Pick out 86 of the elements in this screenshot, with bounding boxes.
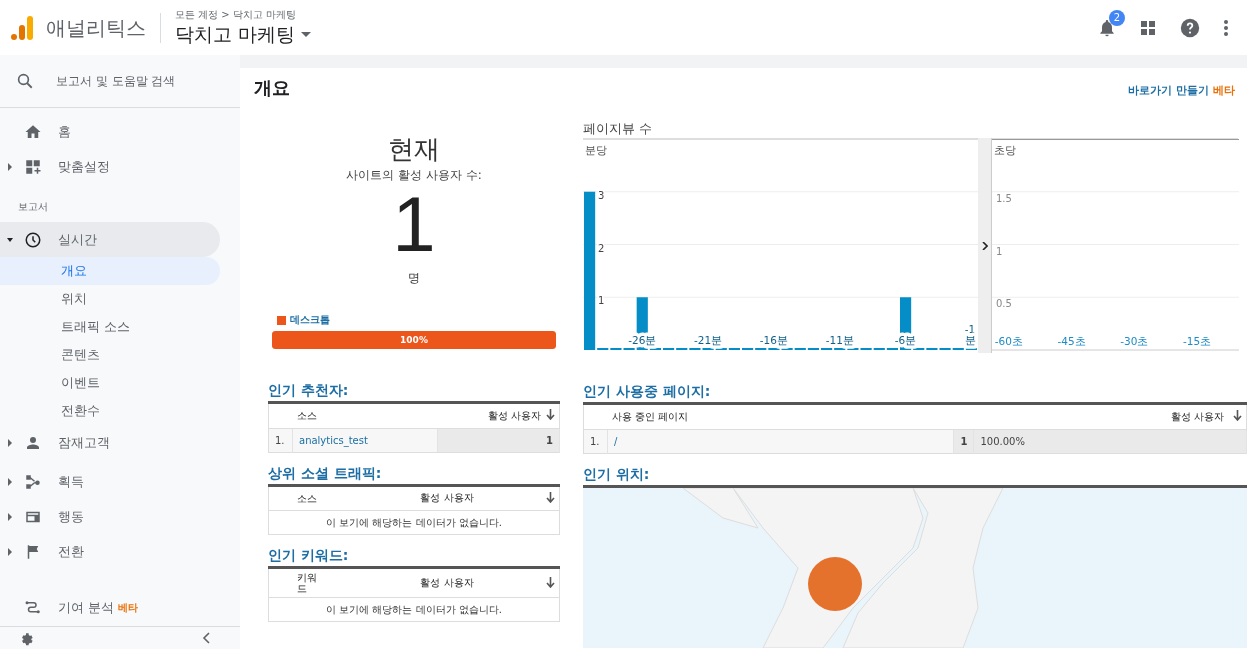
chevron-icon[interactable] — [981, 241, 988, 250]
axis-label: -1 분 — [964, 323, 976, 346]
notification-count: 2 — [1109, 9, 1125, 26]
column-header: 키워 드 — [292, 569, 353, 598]
section-label: 보고서 — [17, 200, 49, 215]
caret-icon[interactable] — [7, 547, 13, 556]
property-selector[interactable]: 닥치고 마케팅 — [175, 21, 296, 48]
sort-icon[interactable] — [545, 491, 555, 503]
column-header[interactable]: 활성 사용자 — [437, 404, 546, 428]
active-users-label: 사이트의 활성 사용자 수: — [346, 167, 482, 184]
collapse-icon[interactable] — [202, 631, 210, 644]
table-cell: 1. — [268, 428, 293, 452]
search-icon — [16, 72, 34, 91]
chart-label: 초당 — [994, 143, 1016, 158]
nav-item[interactable]: 홈 — [0, 114, 220, 150]
table-cell: 1. — [583, 429, 608, 453]
apps-icon[interactable] — [1139, 18, 1157, 37]
section-title: 인기 키워드: — [268, 547, 560, 569]
axis-label: 2 — [598, 242, 605, 254]
sort-icon[interactable] — [545, 576, 555, 588]
axis-label: -15초 — [1183, 335, 1212, 347]
page-title: 개요 — [254, 76, 290, 100]
axis-label: 1.5 — [996, 192, 1012, 204]
nav-item[interactable]: 행동 — [0, 499, 220, 535]
sort-icon[interactable] — [545, 409, 555, 421]
branch-icon — [24, 473, 42, 492]
table-cell: 100.00% — [973, 429, 1247, 453]
column-header: 사용 중인 페이지 — [607, 405, 954, 429]
nav-item[interactable]: 획득 — [0, 464, 220, 500]
axis-label: -21분 — [694, 334, 723, 346]
shortcut-link[interactable]: 바로가기 만들기 베타 — [1128, 83, 1235, 98]
column-header: 소스 — [292, 486, 353, 511]
axis-label: 1 — [598, 295, 605, 307]
caret-icon[interactable] — [7, 235, 13, 244]
breadcrumb[interactable]: 모든 계정 > 닥치고 마케팅 — [175, 7, 312, 22]
unit-label: 명 — [408, 270, 420, 287]
bar-reading: 100% — [400, 335, 428, 345]
axis-label: -30초 — [1120, 335, 1149, 347]
nav-item[interactable]: 실시간 — [0, 222, 220, 257]
chart-label: 분당 — [585, 143, 607, 158]
nav-subitem[interactable]: 전환수 — [0, 397, 220, 426]
nav-subitem[interactable]: 트래픽 소스 — [0, 313, 220, 342]
column-header: 소스 — [292, 404, 438, 428]
help-icon[interactable] — [1179, 16, 1201, 39]
now-heading: 현재 — [388, 133, 440, 166]
nav-subitem[interactable]: 개요 — [0, 257, 220, 286]
dropdown-caret-icon[interactable] — [301, 32, 312, 37]
legend-label: 데스크톱 — [290, 313, 330, 327]
page-link[interactable]: / — [614, 435, 618, 447]
caret-icon[interactable] — [7, 162, 13, 171]
caret-icon[interactable] — [7, 439, 13, 448]
app-name: 애널리틱스 — [46, 12, 161, 43]
nav-subitem[interactable]: 콘텐츠 — [0, 341, 220, 370]
nav-item[interactable]: 잠재고객 — [0, 425, 220, 461]
search-field[interactable]: 보고서 및 도움말 검색 — [54, 73, 224, 90]
source-link[interactable]: analytics_test — [299, 434, 368, 446]
active-users-count: 1 — [392, 184, 436, 264]
dashboard-icon — [24, 157, 42, 176]
clock-icon — [24, 230, 42, 249]
axis-label: -45초 — [1057, 335, 1086, 347]
nav-subitem[interactable]: 이벤트 — [0, 369, 220, 398]
axis-label: 0.5 — [996, 298, 1012, 310]
caret-icon[interactable] — [7, 478, 13, 487]
sort-icon[interactable] — [1232, 410, 1242, 422]
column-header: 활성 사용자 — [352, 486, 542, 511]
empty-message: 이 보기에 해당하는 데이터가 없습니다. — [268, 510, 560, 535]
axis-label: 3 — [598, 189, 605, 201]
section-title: 인기 추천자: — [268, 382, 560, 404]
table-cell: 1 — [437, 428, 560, 452]
nav-item[interactable]: 맞춤설정 — [0, 149, 220, 185]
legend-swatch — [277, 315, 286, 325]
caret-icon[interactable] — [7, 513, 13, 521]
nav-item[interactable]: 전환 — [0, 534, 220, 570]
section-title: 인기 사용중 페이지: — [583, 383, 1247, 405]
axis-label: -11분 — [825, 334, 854, 346]
empty-message: 이 보기에 해당하는 데이터가 없습니다. — [268, 597, 560, 622]
chart-title: 페이지뷰 수 — [583, 120, 654, 138]
axis-label: 1 — [996, 245, 1003, 257]
logo-icon — [10, 14, 34, 41]
column-header: 활성 사용자 — [352, 569, 542, 598]
nav-subitem[interactable]: 위치 — [0, 285, 220, 314]
section-title: 상위 소셜 트래픽: — [268, 464, 560, 487]
axis-label: -16분 — [759, 334, 788, 346]
more-icon[interactable] — [1223, 18, 1229, 37]
column-header[interactable]: 활성 사용자 — [953, 405, 1229, 429]
axis-label: -60초 — [994, 335, 1023, 347]
